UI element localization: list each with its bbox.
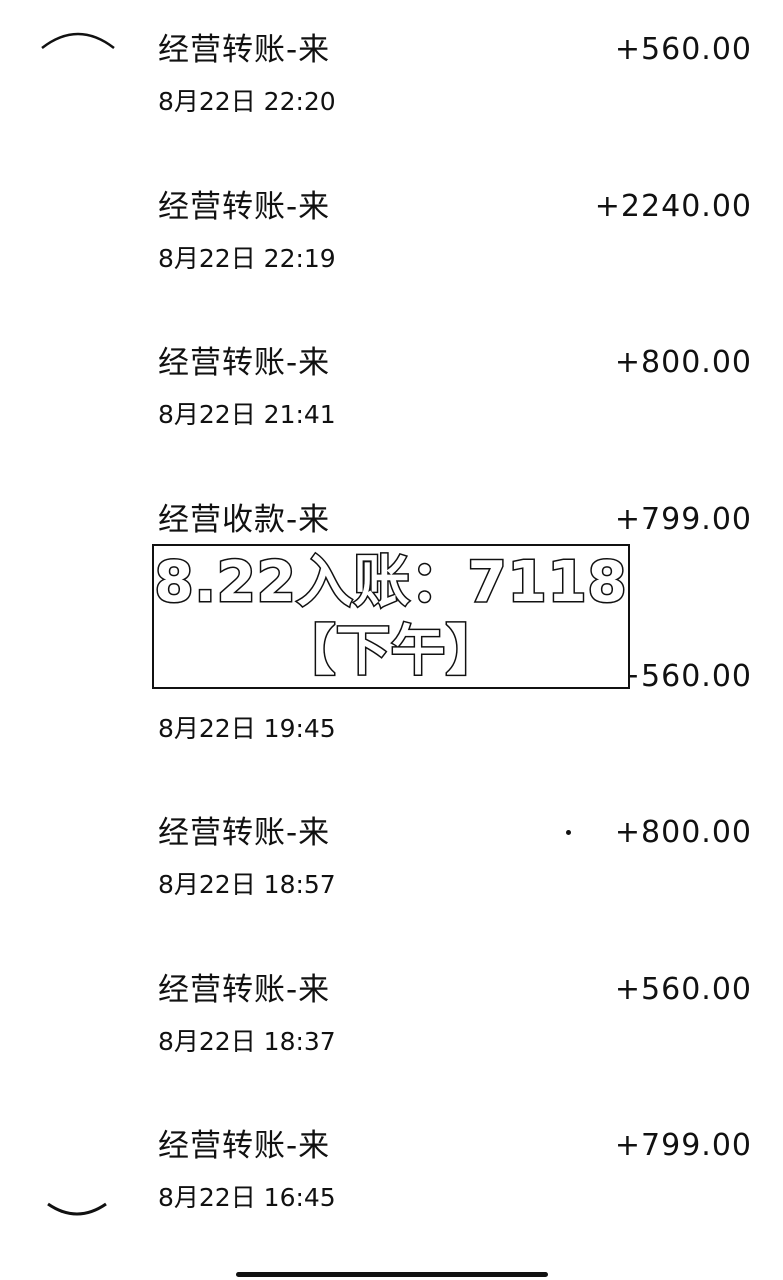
- transaction-amount: +800.00: [614, 345, 752, 380]
- transaction-date: 8月22日 19:45: [158, 714, 336, 743]
- income-summary-period: 【下午】: [280, 618, 502, 683]
- dot-mark: [566, 830, 571, 835]
- transaction-title: 经营转账-来: [158, 189, 331, 225]
- home-indicator[interactable]: [236, 1272, 548, 1277]
- transaction-date: 8月22日 18:37: [158, 1027, 336, 1056]
- transaction-date: 8月22日 21:41: [158, 400, 336, 429]
- transaction-row[interactable]: 经营转账-来 +800.00 8月22日 18:57: [0, 813, 783, 933]
- transaction-title: 经营转账-来: [158, 815, 331, 851]
- transaction-amount: +560.00: [614, 972, 752, 1007]
- transaction-title: 经营转账-来: [158, 972, 331, 1008]
- transaction-amount: +799.00: [614, 1128, 752, 1163]
- transaction-date: 8月22日 22:20: [158, 87, 336, 116]
- transaction-amount: +2240.00: [594, 189, 752, 224]
- transaction-title: 经营收款-来: [158, 502, 331, 538]
- transaction-row[interactable]: 经营转账-来 +2240.00 8月22日 22:19: [0, 187, 783, 307]
- transaction-amount: +560.00: [614, 659, 752, 694]
- transaction-title: 经营转账-来: [158, 32, 331, 68]
- transaction-amount: +560.00: [614, 32, 752, 67]
- transaction-list: 经营转账-来 +560.00 8月22日 22:20 经营转账-来 +2240.…: [0, 0, 783, 1280]
- income-summary-overlay: 8.22入账：7118 【下午】: [152, 544, 630, 689]
- transaction-date: 8月22日 16:45: [158, 1183, 336, 1212]
- transaction-amount: +799.00: [614, 502, 752, 537]
- transaction-date: 8月22日 22:19: [158, 244, 336, 273]
- transaction-row[interactable]: 经营转账-来 +560.00 8月22日 18:37: [0, 970, 783, 1090]
- transaction-row[interactable]: 经营转账-来 +560.00 8月22日 22:20: [0, 30, 783, 150]
- transaction-date: 8月22日 18:57: [158, 870, 336, 899]
- income-summary-total: 8.22入账：7118: [153, 549, 628, 617]
- transaction-title: 经营转账-来: [158, 345, 331, 381]
- transaction-title: 经营转账-来: [158, 1128, 331, 1164]
- transaction-row[interactable]: 经营转账-来 +799.00 8月22日 16:45: [0, 1126, 783, 1246]
- transaction-row[interactable]: 经营转账-来 +800.00 8月22日 21:41: [0, 343, 783, 463]
- transaction-amount: +800.00: [614, 815, 752, 850]
- avatar-icon: [47, 1202, 107, 1216]
